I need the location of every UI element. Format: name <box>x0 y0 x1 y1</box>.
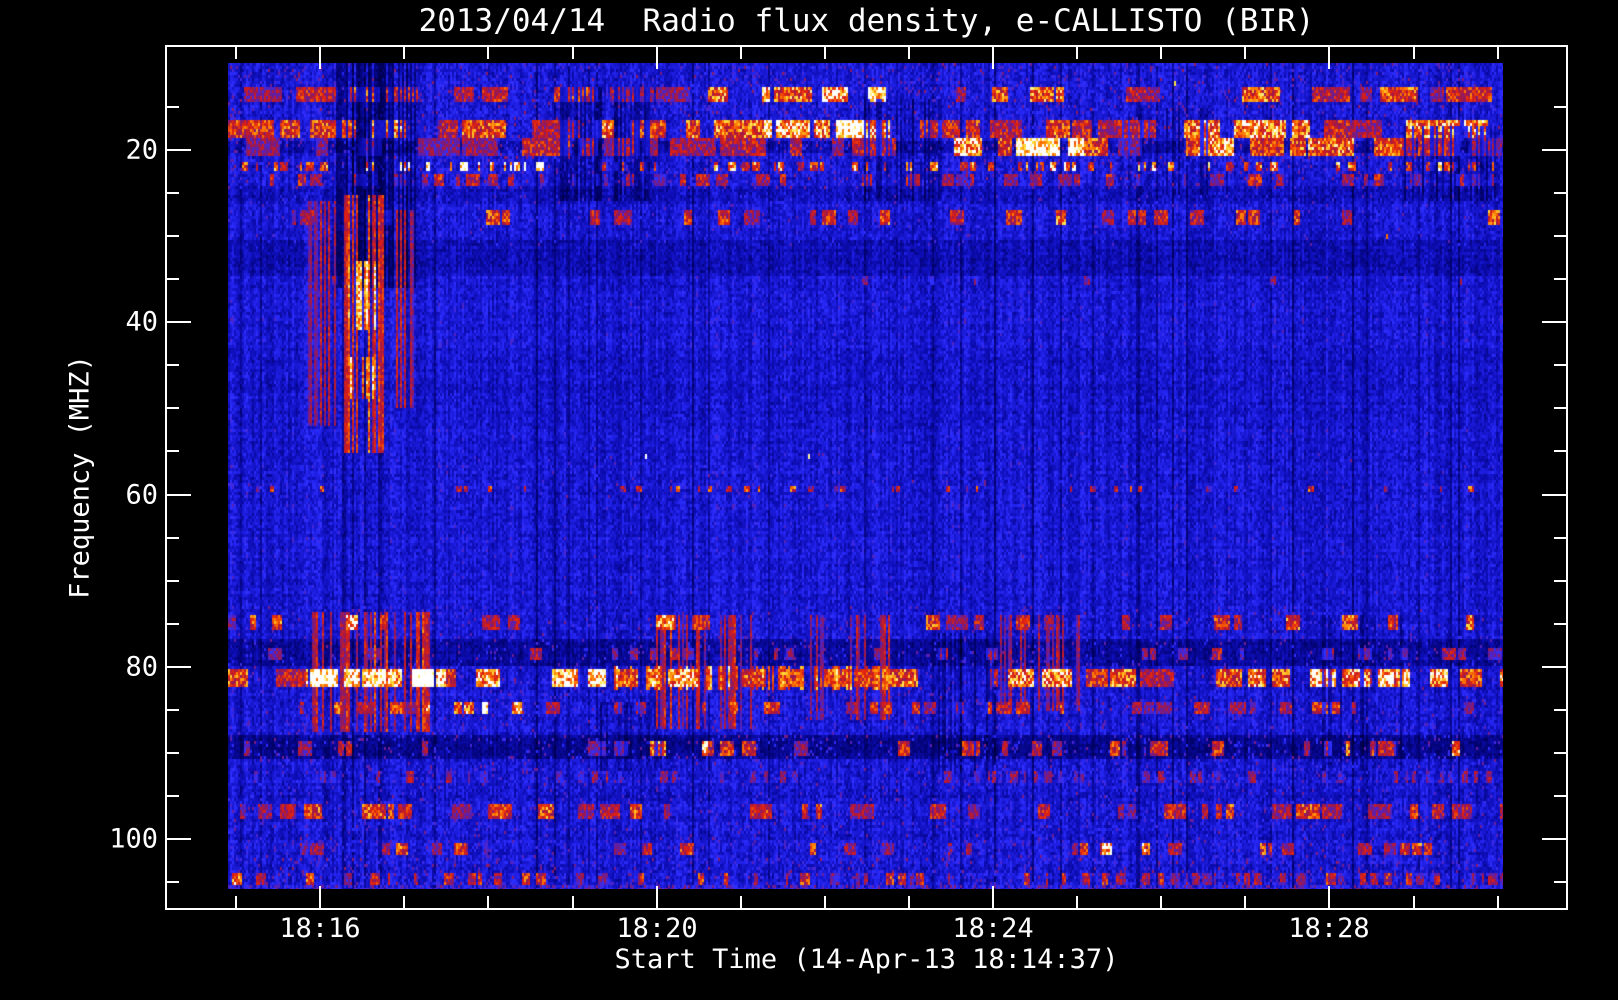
y-major-tick <box>167 494 191 496</box>
chart-title: 2013/04/14 Radio flux density, e-CALLIST… <box>418 3 1315 39</box>
y-minor-tick <box>167 580 179 582</box>
y-major-tick-right <box>1542 838 1566 840</box>
x-minor-tick <box>403 896 405 908</box>
spectrogram-canvas <box>228 63 1503 889</box>
x-tick-label: 18:16 <box>279 913 361 944</box>
x-minor-tick <box>1497 896 1499 908</box>
y-major-tick-right <box>1542 494 1566 496</box>
x-minor-tick <box>1413 896 1415 908</box>
x-minor-tick-top <box>1413 47 1415 59</box>
y-major-tick <box>167 838 191 840</box>
spectrogram-page: { "chart_data": { "type": "heatmap", "ti… <box>0 0 1618 1000</box>
y-tick-label: 20 <box>125 134 158 166</box>
x-minor-tick <box>1076 896 1078 908</box>
x-minor-tick <box>1160 896 1162 908</box>
x-axis-label: Start Time (14-Apr-13 18:14:37) <box>614 944 1119 975</box>
y-minor-tick-right <box>1554 407 1566 409</box>
plot-frame <box>165 45 1568 910</box>
x-minor-tick-top <box>572 47 574 59</box>
x-minor-tick-top <box>1076 47 1078 59</box>
y-minor-tick <box>167 450 179 452</box>
y-minor-tick-right <box>1554 106 1566 108</box>
x-major-tick <box>319 886 321 908</box>
y-minor-tick <box>167 407 179 409</box>
y-major-tick <box>167 149 191 151</box>
y-minor-tick <box>167 709 179 711</box>
x-minor-tick <box>487 896 489 908</box>
x-minor-tick <box>740 896 742 908</box>
y-minor-tick <box>167 795 179 797</box>
y-minor-tick-right <box>1554 752 1566 754</box>
x-major-tick <box>656 886 658 908</box>
y-major-tick-right <box>1542 666 1566 668</box>
y-minor-tick <box>167 364 179 366</box>
y-tick-label: 100 <box>109 823 158 855</box>
x-minor-tick-top <box>1497 47 1499 59</box>
x-tick-label: 18:28 <box>1288 913 1370 944</box>
y-tick-label: 40 <box>125 306 158 338</box>
x-minor-tick <box>235 896 237 908</box>
y-minor-tick <box>167 752 179 754</box>
y-minor-tick-right <box>1554 450 1566 452</box>
x-minor-tick-top <box>824 47 826 59</box>
y-minor-tick-right <box>1554 235 1566 237</box>
x-tick-label: 18:24 <box>952 913 1034 944</box>
x-major-tick <box>1328 886 1330 908</box>
y-minor-tick-right <box>1554 709 1566 711</box>
y-minor-tick <box>167 106 179 108</box>
x-minor-tick <box>1244 896 1246 908</box>
y-minor-tick-right <box>1554 881 1566 883</box>
y-minor-tick <box>167 278 179 280</box>
x-minor-tick-top <box>1244 47 1246 59</box>
x-major-tick-top <box>656 47 658 69</box>
y-major-tick-right <box>1542 321 1566 323</box>
y-minor-tick <box>167 537 179 539</box>
y-minor-tick-right <box>1554 192 1566 194</box>
x-minor-tick-top <box>235 47 237 59</box>
y-minor-tick-right <box>1554 623 1566 625</box>
y-tick-label: 60 <box>125 479 158 511</box>
x-minor-tick <box>572 896 574 908</box>
y-major-tick-right <box>1542 149 1566 151</box>
y-minor-tick <box>167 235 179 237</box>
x-major-tick-top <box>1328 47 1330 69</box>
y-minor-tick-right <box>1554 537 1566 539</box>
y-axis-label: Frequency (MHZ) <box>64 355 96 599</box>
y-major-tick <box>167 321 191 323</box>
x-major-tick-top <box>992 47 994 69</box>
y-minor-tick-right <box>1554 278 1566 280</box>
x-minor-tick-top <box>1160 47 1162 59</box>
x-minor-tick-top <box>740 47 742 59</box>
x-minor-tick-top <box>908 47 910 59</box>
x-tick-label: 18:20 <box>616 913 698 944</box>
x-major-tick-top <box>319 47 321 69</box>
x-minor-tick <box>908 896 910 908</box>
y-minor-tick <box>167 623 179 625</box>
x-minor-tick-top <box>403 47 405 59</box>
y-minor-tick <box>167 881 179 883</box>
x-major-tick <box>992 886 994 908</box>
y-minor-tick-right <box>1554 364 1566 366</box>
x-minor-tick-top <box>487 47 489 59</box>
y-minor-tick-right <box>1554 795 1566 797</box>
x-minor-tick <box>824 896 826 908</box>
y-major-tick <box>167 666 191 668</box>
y-tick-label: 80 <box>125 651 158 683</box>
y-minor-tick-right <box>1554 580 1566 582</box>
y-minor-tick <box>167 192 179 194</box>
